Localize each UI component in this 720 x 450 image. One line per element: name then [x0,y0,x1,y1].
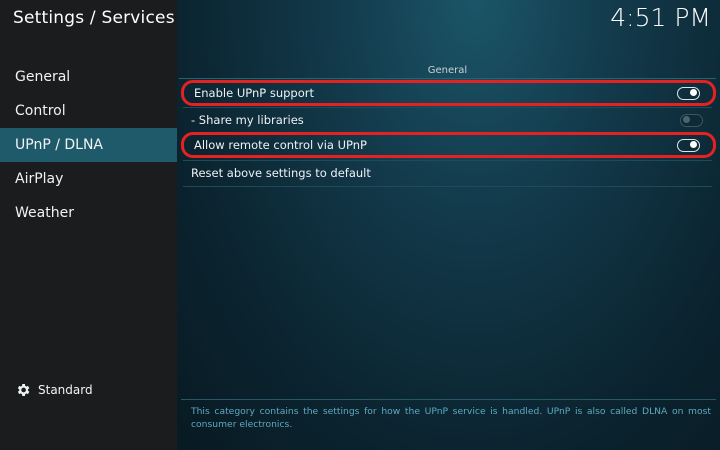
divider [183,160,712,161]
setting-label: Enable UPnP support [194,86,315,100]
setting-allow-remote-control[interactable]: Allow remote control via UPnP [181,132,716,158]
section-header-general: General [179,65,716,79]
setting-enable-upnp[interactable]: Enable UPnP support [181,80,716,106]
settings-level-label: Standard [38,383,93,397]
setting-label: Reset above settings to default [191,166,371,180]
description-divider [181,399,716,400]
nav-item-control[interactable]: Control [0,94,177,128]
setting-share-libraries[interactable]: - Share my libraries [181,109,716,131]
category-description: This category contains the settings for … [191,406,711,430]
setting-label: Allow remote control via UPnP [194,138,367,152]
setting-label: - Share my libraries [191,113,304,127]
toggle-share-libraries[interactable] [680,113,703,127]
gear-icon [15,382,31,398]
divider [183,107,712,108]
nav-item-upnp-dlna[interactable]: UPnP / DLNA [0,128,177,162]
nav-item-weather[interactable]: Weather [0,196,177,230]
nav-item-general[interactable]: General [0,60,177,94]
sidebar: Settings / Services General Control UPnP… [0,0,177,450]
clock: 4:51 PM [610,3,711,32]
page-title: Settings / Services [13,8,175,28]
reset-settings-button[interactable]: Reset above settings to default [181,162,716,184]
category-nav: General Control UPnP / DLNA AirPlay Weat… [0,60,177,230]
toggle-enable-upnp[interactable] [677,86,700,100]
toggle-allow-remote-control[interactable] [677,138,700,152]
nav-item-airplay[interactable]: AirPlay [0,162,177,196]
divider [183,186,712,187]
settings-panel: 4:51 PM General Enable UPnP support - Sh… [177,0,720,450]
settings-level-button[interactable]: Standard [15,382,93,398]
